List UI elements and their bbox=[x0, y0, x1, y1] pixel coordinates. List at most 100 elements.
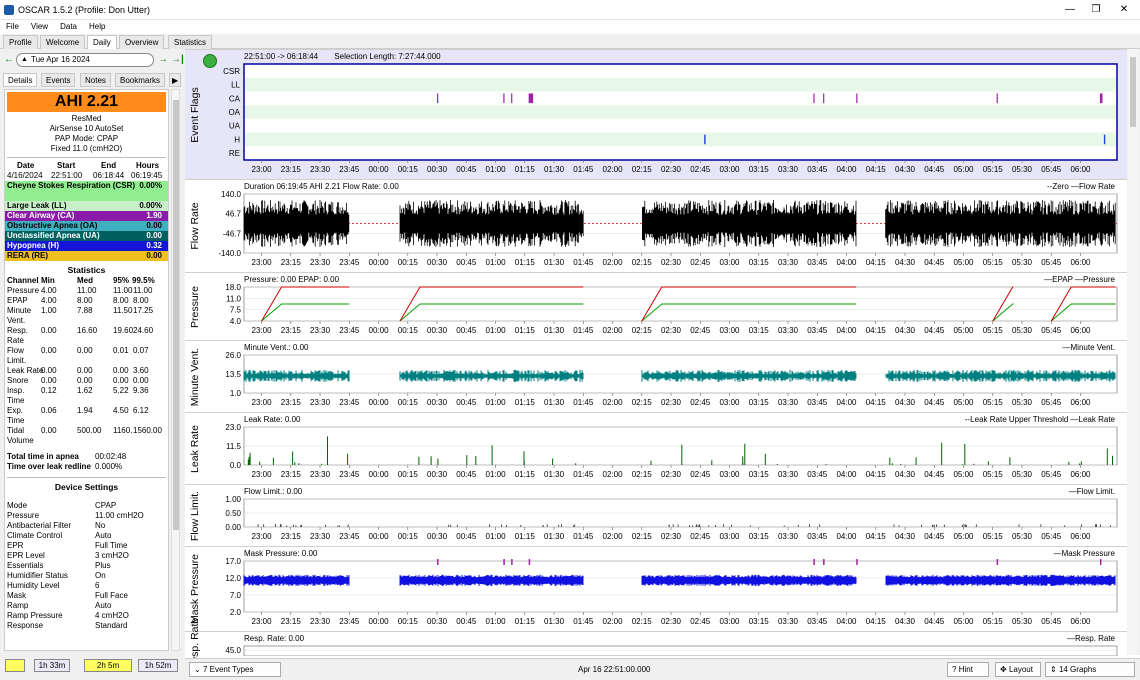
x-tick-label: 02:15 bbox=[632, 617, 653, 626]
window-title: OSCAR 1.5.2 (Profile: Don Utter) bbox=[18, 5, 151, 15]
stats-row: Leak Rate 0.00 0.00 0.00 3.60 bbox=[5, 366, 168, 376]
hint-button[interactable]: ? Hint bbox=[947, 662, 989, 677]
subtab-notes[interactable]: Notes bbox=[80, 73, 111, 87]
layout-button[interactable]: ✥ Layout bbox=[995, 662, 1041, 677]
tab-statistics[interactable]: Statistics bbox=[168, 35, 213, 49]
menu-view[interactable]: View bbox=[25, 20, 54, 34]
x-tick-label: 04:15 bbox=[866, 532, 887, 541]
graph-canvas[interactable]: CSR LL CA OA UA H RE 23:00 23:15 23:30 23:45 00:00 0… bbox=[185, 50, 1127, 180]
event-summary-row[interactable]: Unclassified Apnea (UA) 0.00 bbox=[5, 231, 168, 241]
time-button-3[interactable]: 1h 52m bbox=[138, 659, 178, 672]
event-value: 0.00% bbox=[139, 181, 162, 190]
graph-canvas[interactable]: 1.00 0.50 0.00 23:00 23:15 23:30 23:45 00:00 00:… bbox=[185, 485, 1127, 547]
x-tick-label: 06:00 bbox=[1070, 398, 1091, 407]
subtab-details[interactable]: Details bbox=[3, 73, 38, 87]
graph-header: Pressure: 0.00 EPAP: 0.00 bbox=[244, 275, 340, 284]
graphs-dropdown[interactable]: ⇕ 14 Graphs bbox=[1045, 662, 1135, 677]
graph-scrollbar[interactable] bbox=[1128, 49, 1138, 655]
resp-rate-graph[interactable]: Resp. Rate 45.0 Resp. Rate: 0.00 —Resp. Rat… bbox=[185, 617, 1127, 670]
flow-limit-graph[interactable]: Flow Limit. 1.00 0.50 0.00 23:00 23:15 23:30 23… bbox=[185, 484, 1127, 546]
x-tick-label: 01:15 bbox=[515, 617, 536, 626]
left-sidebar: ← ▲ Tue Apr 16 2024 → →| Details Events … bbox=[0, 49, 185, 680]
details-panel: AHI 2.21 ResMed AirSense 10 AutoSet PAP … bbox=[4, 89, 169, 651]
graph-canvas[interactable]: 17.0 12.0 7.0 2.0 23:00 23:15 23:30 23:45 00:00 0… bbox=[185, 547, 1127, 632]
tab-profile[interactable]: Profile bbox=[3, 35, 38, 49]
stats-channel: Tidal bbox=[7, 426, 25, 435]
pressure-graph[interactable]: Pressure 18.0 11.0 7.5 4.0 23:00 23:15 23:30 23:… bbox=[185, 272, 1127, 340]
stats-p995: 17.25 bbox=[133, 306, 154, 315]
y-tick-label: -140.0 bbox=[218, 249, 241, 258]
x-tick-label: 02:00 bbox=[603, 470, 624, 479]
x-tick-label: 03:15 bbox=[749, 470, 770, 479]
y-tick-label: 0.50 bbox=[225, 509, 241, 518]
x-tick-label: 04:45 bbox=[924, 532, 945, 541]
pressure-setting: Fixed 11.0 (cmH2O) bbox=[50, 144, 123, 153]
close-button[interactable]: ✕ bbox=[1112, 3, 1136, 17]
stats-min: 0.00 bbox=[41, 366, 57, 375]
event-summary-row[interactable]: Clear Airway (CA) 1.90 bbox=[5, 211, 168, 221]
menu-file[interactable]: File bbox=[0, 20, 25, 34]
setting-name: Mode bbox=[7, 501, 28, 510]
x-tick-label: 05:30 bbox=[1012, 258, 1033, 267]
tab-overview[interactable]: Overview bbox=[119, 35, 165, 49]
setting-row: Pressure 11.00 cmH2O bbox=[5, 511, 168, 521]
x-tick-label: 05:45 bbox=[1041, 532, 1062, 541]
x-tick-label: 01:15 bbox=[515, 532, 536, 541]
x-tick-label: 02:45 bbox=[690, 326, 711, 335]
y-tick-label: 23.0 bbox=[225, 423, 241, 432]
graph-canvas[interactable]: 45.0 bbox=[185, 632, 1127, 656]
x-tick-label: 02:30 bbox=[661, 258, 682, 267]
bookmark-color-button[interactable] bbox=[5, 659, 25, 672]
event-flags-graph[interactable]: Event Flags CSR LL CA OA UA H RE 23:00 23:15 23:30… bbox=[185, 49, 1127, 179]
tab-welcome[interactable]: Welcome bbox=[40, 35, 86, 49]
graph-canvas[interactable]: 26.0 13.5 1.0 23:00 23:15 23:30 23:45 00:00 00:1… bbox=[185, 341, 1127, 413]
subtab-events[interactable]: Events bbox=[41, 73, 76, 87]
date-picker[interactable]: ▲ Tue Apr 16 2024 bbox=[16, 53, 154, 67]
setting-name: Mask bbox=[7, 591, 27, 600]
time-button-1[interactable]: 1h 33m bbox=[34, 659, 70, 672]
menu-help[interactable]: Help bbox=[83, 20, 111, 34]
next-day-icon[interactable]: → bbox=[158, 54, 168, 65]
device-model: AirSense 10 AutoSet bbox=[49, 124, 124, 133]
x-tick-label: 05:00 bbox=[953, 258, 974, 267]
tab-daily[interactable]: Daily bbox=[87, 35, 117, 50]
mask-pressure-graph[interactable]: Mask Pressure 17.0 12.0 7.0 2.0 23:00 23:15 23:… bbox=[185, 546, 1127, 631]
pin-icon[interactable] bbox=[203, 54, 217, 68]
sidebar-scrollbar[interactable] bbox=[171, 89, 180, 651]
minute-vent-graph[interactable]: Minute Vent. 26.0 13.5 1.0 23:00 23:15 23:30 23… bbox=[185, 340, 1127, 412]
event-summary-row[interactable]: Obstructive Apnea (OA) 0.00 bbox=[5, 221, 168, 231]
subtab-scroll-right-icon[interactable]: ▶ bbox=[169, 73, 182, 87]
maximize-button[interactable]: ❐ bbox=[1084, 3, 1108, 17]
stats-p95: 5.22 bbox=[113, 386, 129, 395]
x-tick-label: 04:30 bbox=[895, 326, 916, 335]
subtab-bookmarks[interactable]: Bookmarks bbox=[115, 73, 166, 87]
x-tick-label: 23:45 bbox=[339, 532, 360, 541]
event-types-dropdown[interactable]: ⌄ 7 Event Types bbox=[189, 662, 281, 677]
minimize-button[interactable]: — bbox=[1058, 3, 1082, 17]
time-button-2[interactable]: 2h 5m bbox=[84, 659, 132, 672]
flow-rate-graph[interactable]: Flow Rate 140.0 46.7 -46.7 -140.0 23:00 23:15 2… bbox=[185, 179, 1127, 272]
event-summary-row[interactable]: Large Leak (LL) 0.00% bbox=[5, 201, 168, 211]
stats-med: 1.62 bbox=[77, 386, 93, 395]
event-name: Hypopnea (H) bbox=[7, 241, 59, 250]
event-summary-row[interactable]: Cheyne Stokes Respiration (CSR) 0.00% bbox=[5, 181, 168, 201]
last-day-icon[interactable]: →| bbox=[171, 54, 184, 65]
x-tick-label: 04:00 bbox=[836, 470, 857, 479]
graph-header: Flow Limit.: 0.00 bbox=[244, 487, 303, 496]
stats-p995: 11.00 bbox=[133, 286, 153, 295]
stats-row: Tidal Volume 0.00 500.00 1160. 1560.00 bbox=[5, 426, 168, 446]
menu-data[interactable]: Data bbox=[54, 20, 83, 34]
x-tick-label: 04:15 bbox=[866, 326, 887, 335]
stats-min: 0.12 bbox=[41, 386, 57, 395]
setting-value: Plus bbox=[95, 561, 111, 570]
event-summary-row[interactable]: Hypopnea (H) 0.32 bbox=[5, 241, 168, 251]
device-settings-title: Device Settings bbox=[54, 482, 119, 492]
setting-value: 3 cmH2O bbox=[95, 551, 129, 560]
graph-canvas[interactable]: 140.0 46.7 -46.7 -140.0 23:00 23:15 23:30 23:45… bbox=[185, 180, 1127, 273]
x-tick-label: 02:30 bbox=[661, 617, 682, 626]
prev-day-icon[interactable]: ← bbox=[4, 54, 14, 65]
leak-rate-graph[interactable]: Leak Rate 23.0 11.5 0.0 23:00 23:15 23:30 23:45… bbox=[185, 412, 1127, 484]
session-row[interactable]: 4/16/2024 22:51:00 06:18:44 06:19:45 bbox=[5, 171, 168, 181]
event-summary-row[interactable]: RERA (RE) 0.00 bbox=[5, 251, 168, 261]
setting-row: EPR Full Time bbox=[5, 541, 168, 551]
